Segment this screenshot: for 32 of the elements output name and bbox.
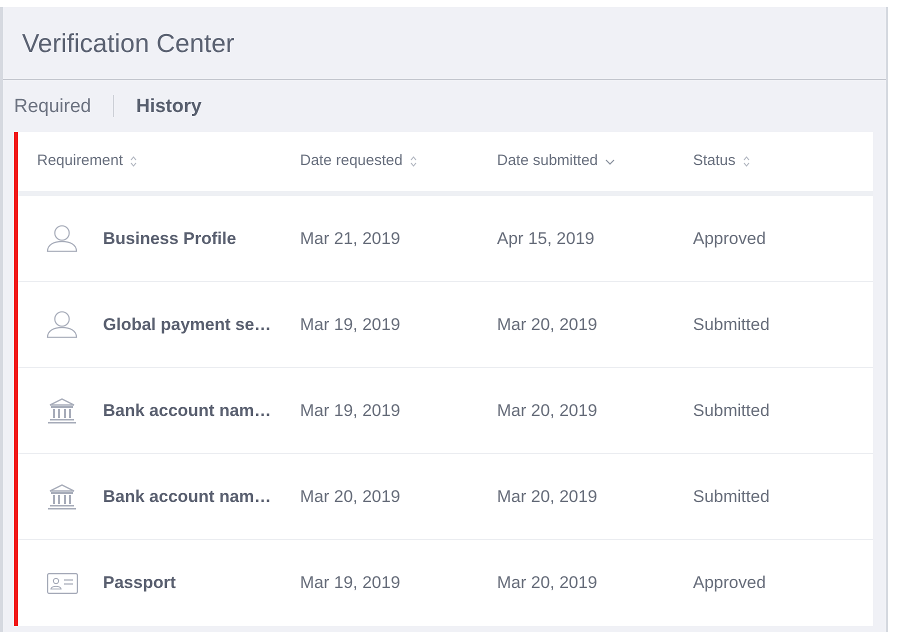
date-requested-cell: Mar 20, 2019 [300,486,400,506]
date-submitted-cell: Apr 15, 2019 [497,228,594,248]
person-icon [46,311,78,338]
status-cell: Approved [693,573,766,592]
status-cell: Submitted [693,314,770,334]
date-submitted-cell: Mar 20, 2019 [497,573,598,592]
date-submitted-cell: Mar 20, 2019 [497,400,598,420]
status-cell: Submitted [693,486,770,506]
date-requested-cell: Mar 19, 2019 [300,314,400,334]
date-submitted-cell: Mar 20, 2019 [497,314,598,334]
requirement-name: Global payment se… [103,314,272,336]
requirement-name: Business Profile [103,228,236,250]
tab[interactable]: Required [14,96,92,116]
date-requested-cell: Mar 19, 2019 [300,573,400,592]
column-header[interactable]: Date requested [300,150,417,173]
requirement-name: Passport [103,572,176,594]
column-header[interactable]: Date submitted [497,150,615,173]
column-header[interactable]: Requirement [37,150,137,173]
date-requested-cell: Mar 21, 2019 [300,228,400,248]
id-card-icon [46,572,78,594]
requirement-name: Bank account nam… [103,400,272,422]
bank-building-icon [47,484,77,510]
person-icon [46,225,78,252]
status-cell: Submitted [693,400,770,420]
date-submitted-cell: Mar 20, 2019 [497,486,598,506]
date-requested-cell: Mar 19, 2019 [300,400,400,420]
tab[interactable]: History [136,96,202,116]
requirement-name: Bank account nam… [103,486,272,508]
bank-building-icon [47,398,77,424]
column-header[interactable]: Status [693,150,750,173]
page-title: Verification Center [22,30,234,56]
status-cell: Approved [693,228,766,248]
